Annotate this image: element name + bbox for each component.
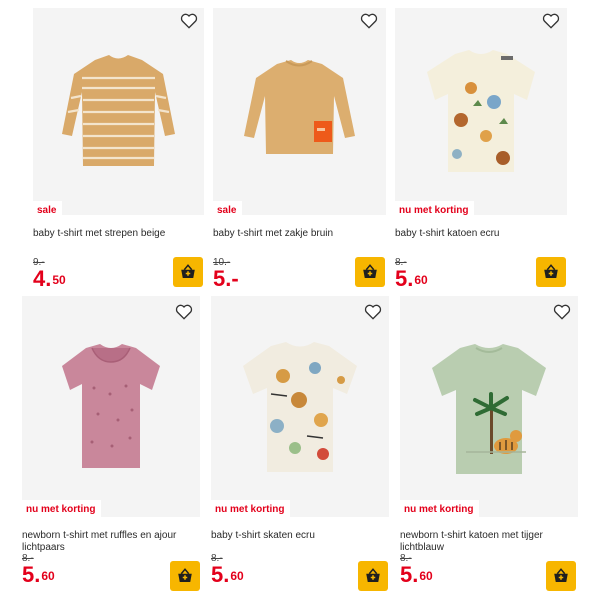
current-price: 5.60 xyxy=(22,562,55,587)
product-name[interactable]: baby t-shirt katoen ecru xyxy=(395,228,567,240)
current-price: 5.60 xyxy=(395,266,428,291)
product-image[interactable]: sale xyxy=(213,8,386,215)
product-image[interactable]: nu met korting xyxy=(395,8,567,215)
add-to-cart-button[interactable] xyxy=(536,257,566,287)
heart-icon xyxy=(360,13,378,29)
product-card[interactable]: nu met korting baby t-shirt katoen ecru … xyxy=(395,8,567,291)
sale-badge: sale xyxy=(33,201,63,215)
current-price: 5.- xyxy=(213,266,239,291)
add-to-cart-button[interactable] xyxy=(546,561,576,591)
discount-badge: nu met korting xyxy=(400,500,480,517)
pocket-longsleeve-image xyxy=(244,60,355,154)
heart-icon xyxy=(175,304,193,320)
product-card[interactable]: nu met korting newborn t-shirt met ruffl… xyxy=(22,296,200,596)
current-price: 4.50 xyxy=(33,266,66,291)
product-image[interactable]: nu met korting xyxy=(22,296,200,517)
current-price: 5.60 xyxy=(400,562,433,587)
product-image[interactable]: nu met korting xyxy=(400,296,578,517)
favorite-button[interactable] xyxy=(552,302,572,322)
product-image[interactable]: nu met korting xyxy=(211,296,389,517)
product-card[interactable]: nu met korting newborn t-shirt katoen me… xyxy=(400,296,578,596)
product-name[interactable]: newborn t-shirt met ruffles en ajour lic… xyxy=(22,530,200,554)
favorite-button[interactable] xyxy=(179,11,199,31)
discount-badge: nu met korting xyxy=(211,500,291,517)
add-to-cart-button[interactable] xyxy=(173,257,203,287)
product-name[interactable]: baby t-shirt met strepen beige xyxy=(33,228,204,240)
product-card[interactable]: sale baby t-shirt met zakje bruin 10.- 5… xyxy=(213,8,386,291)
heart-icon xyxy=(364,304,382,320)
heart-icon xyxy=(542,13,560,29)
product-name[interactable]: baby t-shirt met zakje bruin xyxy=(213,228,386,240)
add-to-cart-button[interactable] xyxy=(358,561,388,591)
basket-icon xyxy=(363,264,377,278)
discount-badge: nu met korting xyxy=(395,201,475,215)
current-price: 5.60 xyxy=(211,562,244,587)
product-name[interactable]: newborn t-shirt katoen met tijger lichtb… xyxy=(400,530,578,554)
basket-icon xyxy=(178,568,192,582)
striped-longsleeve-image xyxy=(62,55,175,166)
add-to-cart-button[interactable] xyxy=(170,561,200,591)
discount-badge: nu met korting xyxy=(22,500,102,517)
favorite-button[interactable] xyxy=(541,11,561,31)
heart-icon xyxy=(553,304,571,320)
product-card[interactable]: nu met korting baby t-shirt skaten ecru … xyxy=(211,296,389,596)
heart-icon xyxy=(180,13,198,29)
product-image[interactable]: sale xyxy=(33,8,204,215)
product-name[interactable]: baby t-shirt skaten ecru xyxy=(211,530,389,542)
skater-animals-tshirt-image xyxy=(243,342,357,472)
favorite-button[interactable] xyxy=(363,302,383,322)
basket-icon xyxy=(366,568,380,582)
favorite-button[interactable] xyxy=(174,302,194,322)
basket-icon xyxy=(181,264,195,278)
tiger-tshirt-image xyxy=(432,344,546,474)
animal-print-tshirt-image xyxy=(427,50,535,172)
sale-badge: sale xyxy=(213,201,243,215)
ruffle-tshirt-image xyxy=(62,344,160,468)
basket-icon xyxy=(554,568,568,582)
product-card[interactable]: sale baby t-shirt met strepen beige 9.- … xyxy=(33,8,204,291)
basket-icon xyxy=(544,264,558,278)
favorite-button[interactable] xyxy=(359,11,379,31)
add-to-cart-button[interactable] xyxy=(355,257,385,287)
